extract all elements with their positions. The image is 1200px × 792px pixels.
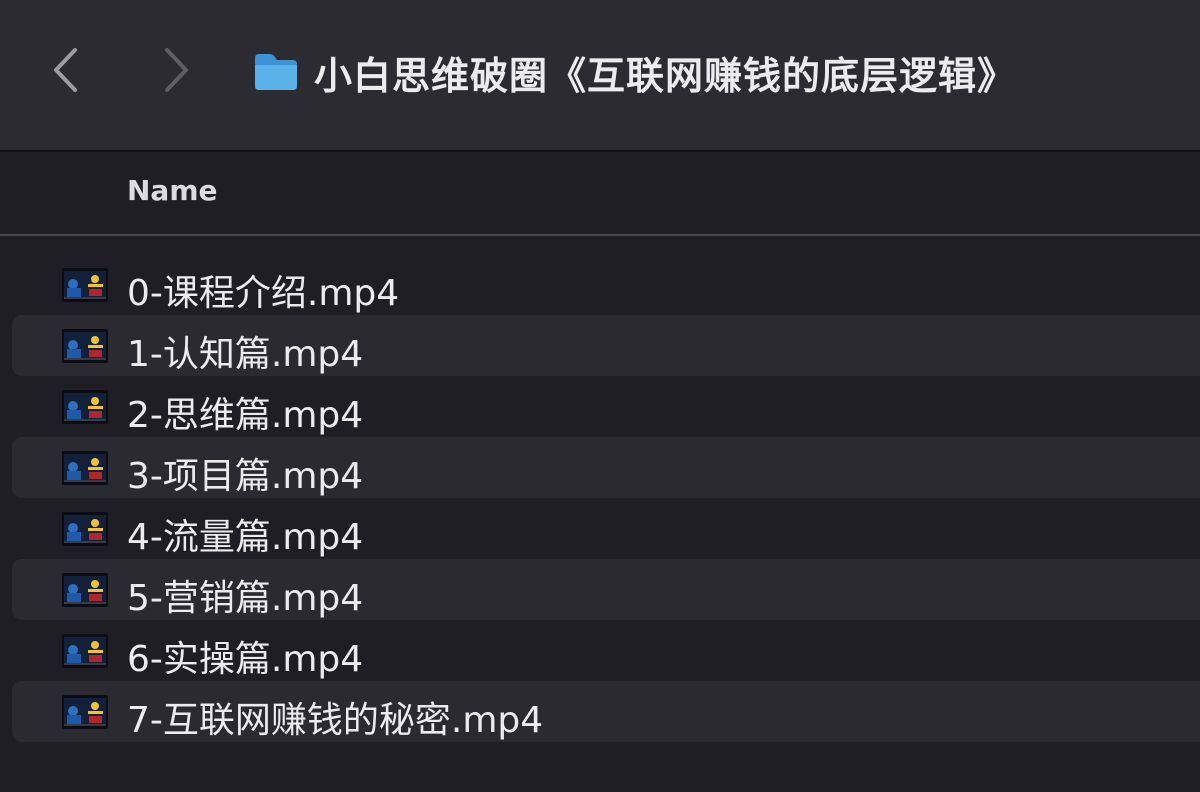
column-header: Name bbox=[0, 152, 1200, 236]
file-name: 2-思维篇.mp4 bbox=[127, 395, 364, 436]
video-thumbnail-icon bbox=[62, 451, 108, 485]
file-name: 3-项目篇.mp4 bbox=[127, 456, 364, 497]
file-row[interactable]: 6-实操篇.mp4 bbox=[12, 620, 1200, 681]
video-thumbnail-icon bbox=[62, 268, 108, 302]
file-row[interactable]: 5-营销篇.mp4 bbox=[12, 559, 1200, 620]
video-thumbnail-icon bbox=[62, 390, 108, 424]
folder-icon bbox=[252, 52, 300, 92]
file-name: 6-实操篇.mp4 bbox=[127, 639, 364, 680]
file-name: 0-课程介绍.mp4 bbox=[127, 273, 400, 314]
video-thumbnail-icon bbox=[62, 695, 108, 729]
finder-window: 小白思维破圈《互联网赚钱的底层逻辑》 Name 0-课程介绍.mp4 1-认知篇… bbox=[0, 0, 1200, 792]
window-title: 小白思维破圈《互联网赚钱的底层逻辑》 bbox=[314, 53, 1017, 98]
video-thumbnail-icon bbox=[62, 512, 108, 546]
file-row[interactable]: 1-认知篇.mp4 bbox=[12, 315, 1200, 376]
video-thumbnail-icon bbox=[62, 634, 108, 668]
video-thumbnail-icon bbox=[62, 573, 108, 607]
file-row[interactable]: 0-课程介绍.mp4 bbox=[12, 254, 1200, 315]
file-list: 0-课程介绍.mp4 1-认知篇.mp4 2-思维篇.mp4 3-项目篇.mp4… bbox=[0, 254, 1200, 742]
toolbar: 小白思维破圈《互联网赚钱的底层逻辑》 bbox=[0, 0, 1200, 152]
column-header-name[interactable]: Name bbox=[127, 174, 218, 207]
file-row[interactable]: 3-项目篇.mp4 bbox=[12, 437, 1200, 498]
back-button[interactable] bbox=[36, 40, 96, 100]
file-name: 7-互联网赚钱的秘密.mp4 bbox=[127, 700, 544, 741]
file-name: 4-流量篇.mp4 bbox=[127, 517, 364, 558]
file-row[interactable]: 2-思维篇.mp4 bbox=[12, 376, 1200, 437]
file-row[interactable]: 4-流量篇.mp4 bbox=[12, 498, 1200, 559]
window-title-area: 小白思维破圈《互联网赚钱的底层逻辑》 bbox=[252, 42, 1016, 102]
file-row[interactable]: 7-互联网赚钱的秘密.mp4 bbox=[12, 681, 1200, 742]
file-name: 5-营销篇.mp4 bbox=[127, 578, 364, 619]
forward-button[interactable] bbox=[146, 40, 206, 100]
chevron-right-icon bbox=[165, 48, 188, 92]
chevron-left-icon bbox=[54, 48, 77, 92]
file-name: 1-认知篇.mp4 bbox=[127, 334, 364, 375]
video-thumbnail-icon bbox=[62, 329, 108, 363]
